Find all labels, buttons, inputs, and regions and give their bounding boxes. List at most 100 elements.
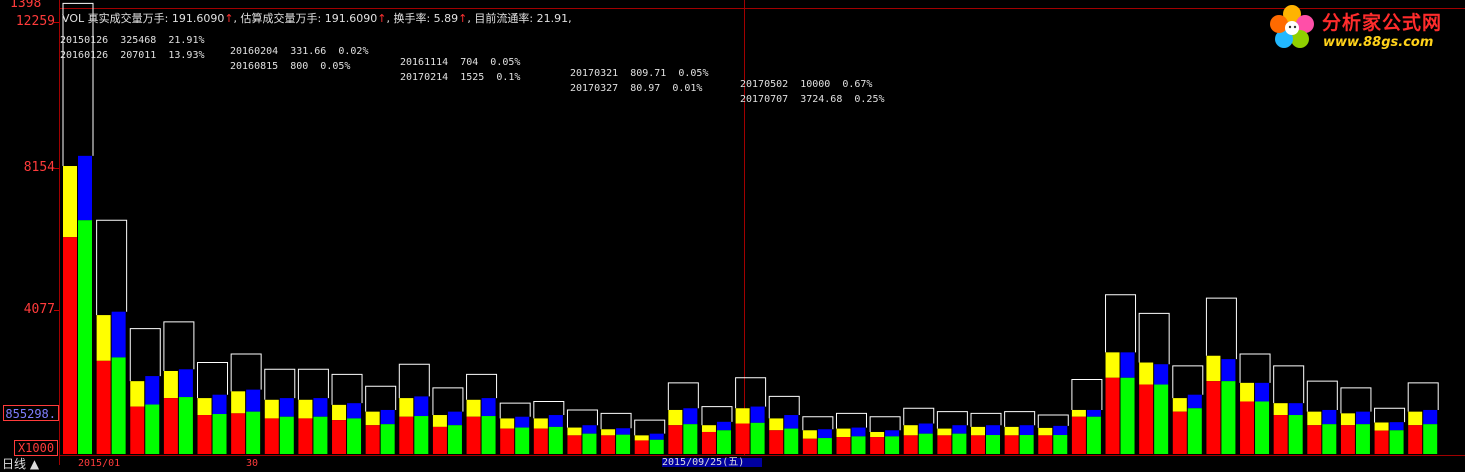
volume-outline [566,409,598,428]
volume-bar-blue [1053,425,1068,436]
volume-bar-green [212,414,227,454]
volume-outline [634,419,666,436]
volume-bar-red [769,430,784,454]
volume-outline [1105,294,1137,353]
volume-bar-yellow [399,398,414,417]
volume-bar-red [500,428,515,454]
volume-bar-yellow [1139,362,1154,385]
up-arrow-icon: ↑ [458,12,468,25]
volume-bar-red [1307,425,1322,454]
volume-bar-green [447,425,462,454]
volume-bar-green [515,427,530,454]
volume-bar-green [145,404,160,454]
up-arrow-icon: ↑ [224,12,234,25]
volume-bar-yellow [601,429,616,436]
volume-bar-green [1389,430,1404,454]
volume-bar-green [78,220,92,454]
volume-bar-yellow [1307,411,1322,426]
volume-bar-yellow [533,418,548,429]
volume-bar-green [246,411,261,454]
volume-outline [903,407,935,426]
date-label: 2015/01 [78,458,121,469]
volume-bar-yellow [1105,352,1120,378]
volume-bar-green [784,428,799,454]
history-entry: 20160204 331.66 0.02% [230,46,369,57]
volume-bar-blue [212,394,227,415]
up-arrow-icon: ↑ [377,12,387,25]
volume-outline [1340,387,1372,414]
estimated-volume: 估算成交量万手: 191.6090 [240,12,378,25]
volume-bar-green [817,438,832,454]
volume-bar-red [298,418,313,454]
volume-bar-yellow [836,428,851,438]
volume-bar-green [582,433,597,454]
volume-bar-red [1139,384,1154,454]
volume-bar-blue [649,433,664,440]
volume-outline [735,377,767,409]
logo-title: 分析家公式网 [1322,12,1443,34]
volume-bar-red [601,435,616,454]
history-entry: 20170707 3724.68 0.25% [740,94,885,105]
volume-outline [835,412,867,429]
volume-bar-green [649,439,664,454]
volume-bar-blue [817,429,832,439]
volume-bar-red [937,435,952,454]
volume-outline [1407,382,1439,412]
volume-outline [129,328,161,382]
volume-bar-blue [481,398,496,417]
volume-bar-green [380,424,395,454]
float-rate: 目前流通率: 21.91, [474,12,572,25]
logo-url[interactable]: www.88gs.com [1323,35,1433,50]
volume-bar-yellow [937,428,952,436]
volume-outline [1374,407,1406,423]
volume-bar-blue [1221,359,1236,382]
volume-bar-red [163,398,178,454]
volume-outline [163,321,195,371]
volume-bar-yellow [264,399,279,419]
volume-bar-green [1255,401,1270,454]
volume-outline [1273,365,1305,404]
volume-bar-green [1053,435,1068,454]
volume-bar-blue [1355,411,1370,425]
history-entry: 20150126 325468 21.91% [60,35,205,46]
site-logo: 分析家公式网 www.88gs.com [1265,2,1465,52]
volume-bar-red [399,416,414,454]
volume-bar-yellow [231,391,246,414]
volume-bar-blue [1389,422,1404,431]
volume-outline [1071,378,1103,410]
volume-bar-blue [784,415,799,429]
volume-bar-red [1172,411,1187,454]
volume-bar-red [1340,425,1355,454]
volume-bar-red [802,438,817,454]
volume-bar-red [432,426,447,454]
volume-bar-red [567,435,582,454]
volume-bar-blue [178,369,193,398]
volume-outline [297,368,329,400]
volume-outline [197,362,229,399]
history-entry: 20160815 800 0.05% [230,61,351,72]
history-entry: 20170502 10000 0.67% [740,79,873,90]
date-label: 30 [246,458,259,469]
volume-bar-yellow [96,315,111,361]
volume-chart[interactable] [0,0,1465,465]
volume-bar-green [481,416,496,454]
volume-bar-green [548,426,563,454]
flower-icon [1270,5,1314,48]
volume-bar-green [313,416,328,454]
volume-outline [1205,297,1237,360]
volume-outline [1306,380,1338,412]
volume-bar-red [63,237,77,454]
volume-bar-red [668,425,683,454]
volume-bar-blue [918,423,933,434]
volume-bar-yellow [634,435,649,441]
volume-bar-green [885,436,900,454]
volume-bar-green [279,416,294,454]
volume-bar-yellow [1374,422,1389,431]
volume-bar-yellow [163,370,178,399]
volume-bar-yellow [1340,413,1355,426]
volume-outline [466,373,498,400]
volume-bar-yellow [1004,426,1019,436]
volume-bar-yellow [1240,382,1255,402]
history-row-2: 20160126 207011 13.93% 20160815 800 0.05… [60,39,885,105]
volume-outline [869,416,901,432]
